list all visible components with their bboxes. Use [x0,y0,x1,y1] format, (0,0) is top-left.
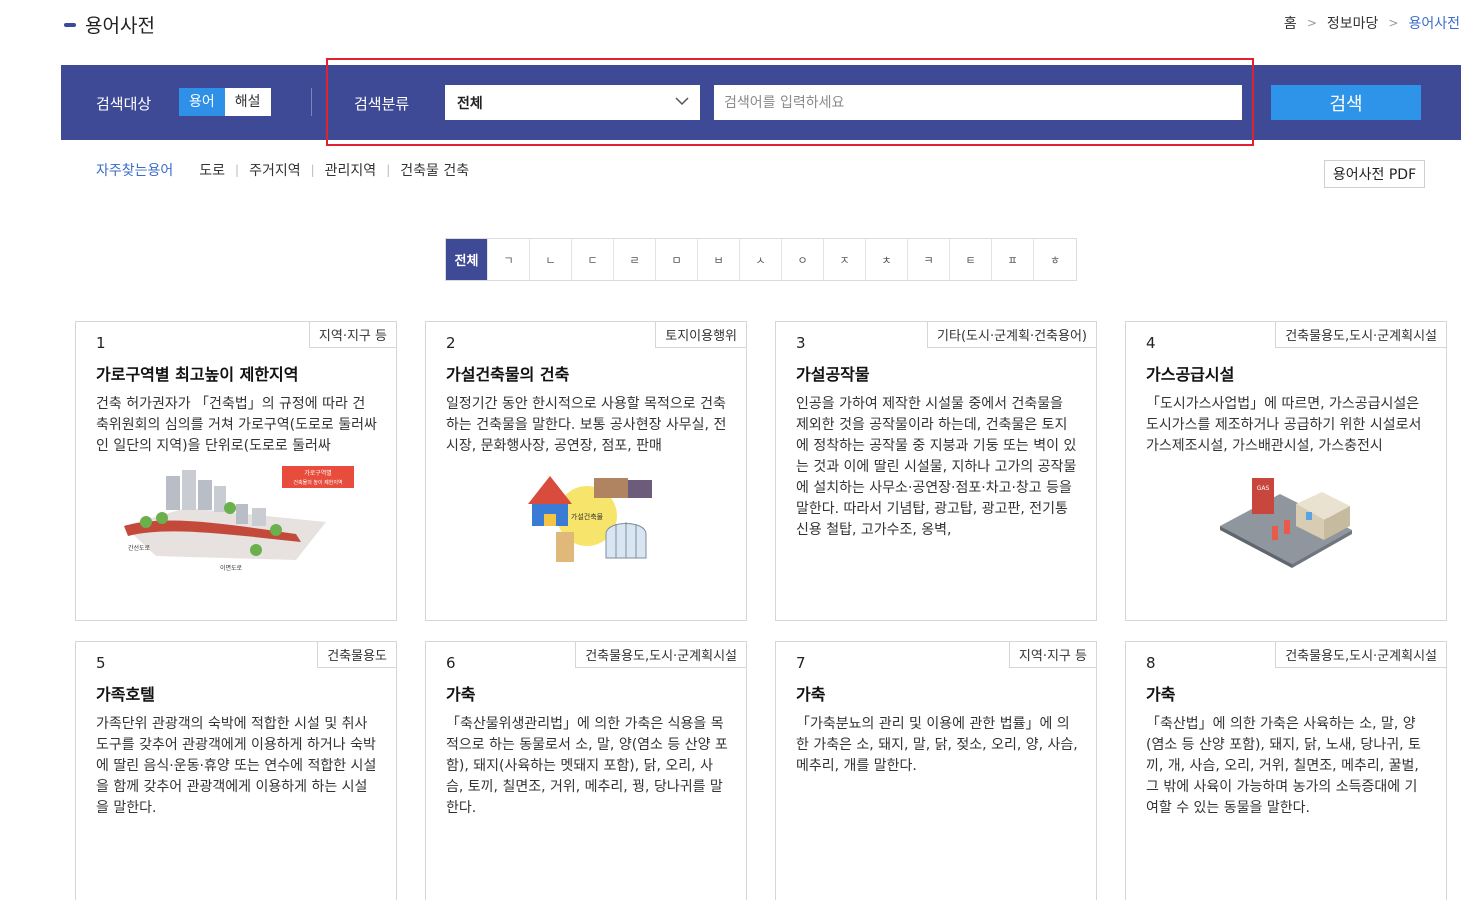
term-title: 가축 [1146,685,1176,704]
gas-station-illustration: GAS [1220,478,1352,568]
term-number: 7 [796,654,806,672]
term-card[interactable]: 기타(도시·군계획·건축용어) 3 가설공작물 인공을 가하여 제작한 시설물 … [775,321,1097,621]
breadcrumb-info[interactable]: 정보마당 [1327,13,1379,33]
breadcrumb-current[interactable]: 용어사전 [1408,13,1460,33]
page-title-text: 용어사전 [85,15,155,37]
index-item[interactable]: ㅈ [824,239,866,280]
index-item[interactable]: ㅎ [1034,239,1076,280]
illus-label: 간선도로 [128,544,151,552]
term-card[interactable]: 지역·지구 등 7 가축 「가축분뇨의 관리 및 이용에 관한 법률」에 의한 … [775,641,1097,900]
pdf-download-button[interactable]: 용어사전 PDF [1324,160,1425,188]
toggle-term[interactable]: 용어 [179,88,225,116]
index-item[interactable]: ㅌ [950,239,992,280]
category-select-value: 전체 [457,95,483,112]
search-target-toggle: 용어 해설 [179,88,271,116]
faq-term[interactable]: 주거지역 [249,160,301,180]
search-band: 검색대상 용어 해설 검색분류 전체 검색 [61,65,1461,140]
category-tag: 지역·지구 등 [1008,642,1096,668]
category-tag: 건축물용도,도시·군계획시설 [1275,642,1446,668]
chevron-down-icon [675,97,689,106]
term-card[interactable]: 지역·지구 등 1 가로구역별 최고높이 제한지역 건축 허가권자가 「건축법」… [75,321,397,621]
divider [311,88,312,116]
term-number: 3 [796,334,806,352]
consonant-index: 전체 ㄱ ㄴ ㄷ ㄹ ㅁ ㅂ ㅅ ㅇ ㅈ ㅊ ㅋ ㅌ ㅍ ㅎ [445,238,1077,281]
term-title: 가족호텔 [96,685,155,704]
search-target-label: 검색대상 [96,95,152,113]
term-title: 가스공급시설 [1146,365,1235,384]
index-item[interactable]: ㅊ [866,239,908,280]
term-title: 가설건축물의 건축 [446,365,570,384]
term-number: 6 [446,654,456,672]
breadcrumb-home[interactable]: 홈 [1284,13,1297,33]
term-title: 가축 [796,685,826,704]
category-tag: 건축물용도,도시·군계획시설 [1275,322,1446,348]
term-title: 가설공작물 [796,365,870,384]
index-item[interactable]: ㅇ [782,239,824,280]
term-description: 일정기간 동안 한시적으로 사용할 목적으로 건축하는 건축물을 말한다. 보통… [446,396,727,454]
index-item[interactable]: ㄷ [572,239,614,280]
category-select[interactable]: 전체 [445,85,700,120]
index-item[interactable]: ㅂ [698,239,740,280]
chevron-right-icon: > [1388,16,1399,30]
term-description: 「가축분뇨의 관리 및 이용에 관한 법률」에 의한 가축은 소, 돼지, 말,… [796,716,1078,774]
term-card[interactable]: 건축물용도,도시·군계획시설 4 가스공급시설 「도시가스사업법」에 따르면, … [1125,321,1447,621]
index-item[interactable]: ㄹ [614,239,656,280]
illus-label: 건축물의 높이 제한지역 [293,479,342,486]
category-tag: 건축물용도 [317,642,396,668]
index-item[interactable]: ㅅ [740,239,782,280]
faq-term[interactable]: 관리지역 [325,160,377,180]
page-title: 용어사전 [64,11,155,38]
illus-label: 가설건축물 [571,512,604,521]
term-description: 「도시가스사업법」에 따르면, 가스공급시설은 도시가스를 제조하거나 공급하기… [1146,396,1422,454]
faq-terms: 자주찾는용어 도로 | 주거지역 | 관리지역 | 건축물 건축 [96,160,469,180]
search-button[interactable]: 검색 [1271,85,1421,120]
index-item[interactable]: ㅁ [656,239,698,280]
term-number: 2 [446,334,456,352]
term-description: 「축산물위생관리법」에 의한 가축은 식용을 목적으로 하는 동물로서 소, 말… [446,716,728,816]
search-category-label: 검색분류 [354,95,410,113]
category-tag: 건축물용도,도시·군계획시설 [575,642,746,668]
term-card[interactable]: 건축물용도,도시·군계획시설 6 가축 「축산물위생관리법」에 의한 가축은 식… [425,641,747,900]
term-description: 「축산법」에 의한 가축은 사육하는 소, 말, 양(염소 등 산양 포함), … [1146,716,1421,816]
temporary-building-illustration: 가설건축물 [528,476,652,562]
chevron-right-icon: > [1306,16,1317,30]
faq-term[interactable]: 도로 [199,160,225,180]
term-description: 인공을 가하여 제작한 시설물 중에서 건축물을 제외한 것을 공작물이라 하는… [796,396,1077,538]
term-number: 4 [1146,334,1156,352]
search-input[interactable] [714,85,1242,120]
term-description: 가족단위 관광객의 숙박에 적합한 시설 및 취사도구를 갖추어 관광객에게 이… [96,716,377,816]
index-item[interactable]: ㅋ [908,239,950,280]
category-tag: 기타(도시·군계획·건축용어) [927,322,1096,348]
term-title: 가축 [446,685,476,704]
index-item[interactable]: ㅍ [992,239,1034,280]
term-card[interactable]: 건축물용도 5 가족호텔 가족단위 관광객의 숙박에 적합한 시설 및 취사도구… [75,641,397,900]
illus-label: GAS [1257,485,1270,492]
illus-label: 이면도로 [220,564,243,572]
term-card[interactable]: 토지이용행위 2 가설건축물의 건축 일정기간 동안 한시적으로 사용할 목적으… [425,321,747,621]
term-card-grid: 지역·지구 등 1 가로구역별 최고높이 제한지역 건축 허가권자가 「건축법」… [75,321,1447,900]
separator: | [386,163,391,177]
term-card[interactable]: 건축물용도,도시·군계획시설 8 가축 「축산법」에 의한 가축은 사육하는 소… [1125,641,1447,900]
term-description: 건축 허가권자가 「건축법」의 규정에 따라 건축위원회의 심의를 거쳐 가로구… [96,396,377,454]
toggle-explanation[interactable]: 해설 [224,88,271,116]
title-bar-icon [64,22,76,27]
category-tag: 토지이용행위 [655,322,746,348]
term-number: 5 [96,654,106,672]
term-number: 1 [96,334,106,352]
faq-term[interactable]: 건축물 건축 [400,160,469,180]
breadcrumb: 홈 > 정보마당 > 용어사전 [1284,13,1460,33]
category-tag: 지역·지구 등 [308,322,396,348]
street-height-illustration: 가로구역별 건축물의 높이 제한지역 간선도로 이면도로 [124,466,354,572]
faq-label: 자주찾는용어 [96,163,174,179]
illus-label: 가로구역별 [304,469,332,477]
index-item[interactable]: ㄱ [488,239,530,280]
separator: | [235,163,240,177]
separator: | [310,163,315,177]
term-title: 가로구역별 최고높이 제한지역 [96,365,299,384]
index-item[interactable]: ㄴ [530,239,572,280]
index-all[interactable]: 전체 [446,239,488,280]
term-number: 8 [1146,654,1156,672]
